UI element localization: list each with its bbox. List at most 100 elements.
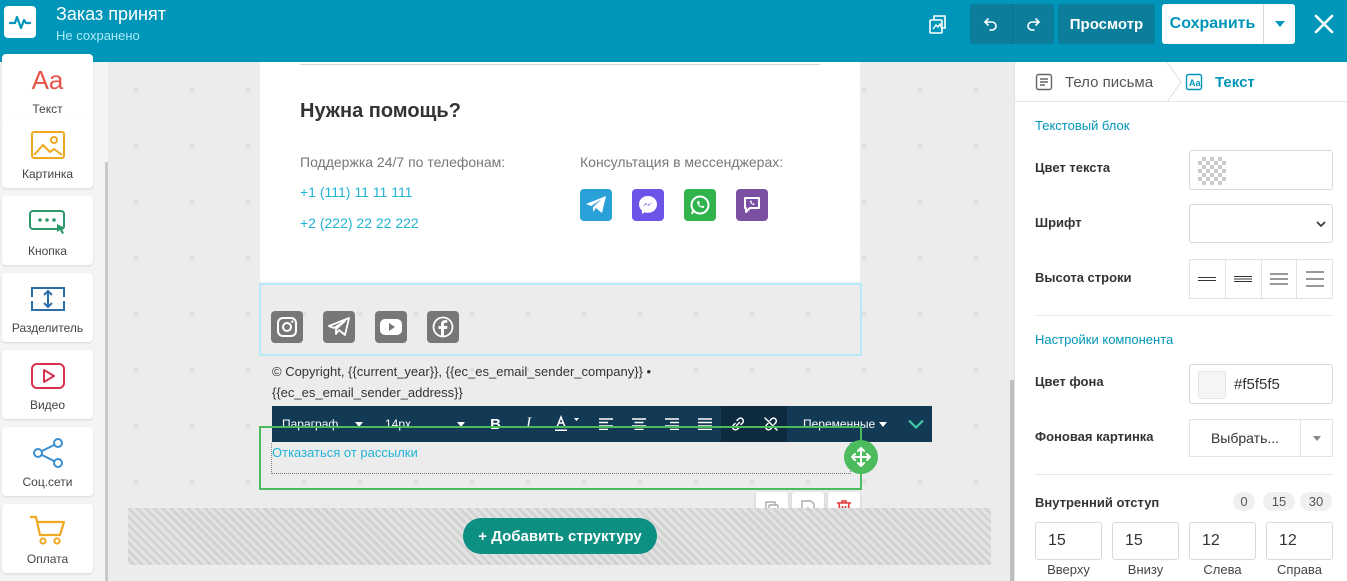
sidebar-item-label: Видео [29,398,66,412]
text-aa-icon: Aa [31,64,64,95]
toolbar-collapse-button[interactable] [899,406,932,442]
padding-preset-30[interactable]: 30 [1300,492,1332,511]
line-height-option-2[interactable] [1226,260,1262,298]
top-bar: Заказ принят Не сохранено Просмотр Сохра… [0,0,1347,62]
sidebar-item-divider[interactable]: Разделитель [2,273,93,342]
youtube-icon[interactable] [375,311,407,343]
line-height-option-4[interactable] [1297,260,1332,298]
padding-right-label: Справа [1277,562,1322,577]
padding-right-input[interactable]: 12 [1266,522,1333,560]
instagram-icon[interactable] [271,311,303,343]
font-label: Шрифт [1035,215,1082,230]
facebook-icon[interactable] [427,311,459,343]
bg-image-chooser: Выбрать... [1189,419,1333,457]
crumb-text[interactable]: Aa Текст [1185,62,1255,102]
document-icon [1035,73,1053,91]
sidebar-item-text[interactable]: Aa Текст [2,54,93,123]
messenger-icon[interactable] [632,189,664,221]
settings-panel: Тело письма Aa Текст Текстовый блок Цвет… [1014,62,1347,581]
chevron-down-icon [907,419,924,429]
padding-top-input[interactable]: 15 [1035,522,1102,560]
video-icon [2,360,93,392]
padding-bottom-label: Внизу [1127,562,1164,577]
sidebar-item-payment[interactable]: Оплата [2,504,93,573]
pulse-icon [8,15,32,30]
sidebar-item-button[interactable]: Кнопка [2,196,93,265]
section-text-block: Текстовый блок [1035,118,1130,133]
crumb-text-label: Текст [1215,73,1255,91]
line-height-loose-icon [1305,271,1324,287]
padding-preset-0[interactable]: 0 [1233,492,1255,511]
support-label: Поддержка 24/7 по телефонам: [300,154,506,170]
phone-link-2[interactable]: +2 (222) 22 22 222 [300,215,419,231]
svg-text:Aa: Aa [1189,78,1201,88]
section-component: Настройки компонента [1035,332,1174,347]
bg-image-label: Фоновая картинка [1035,429,1154,444]
bg-color-swatch [1198,371,1226,399]
sidebar-item-label: Кнопка [28,244,67,258]
line-height-option-3[interactable] [1262,260,1298,298]
close-button[interactable] [1308,6,1340,42]
add-structure-button[interactable]: + Добавить структуру [463,518,657,554]
caret-down-icon [1312,435,1321,441]
sidebar-item-label: Оплата [26,552,69,566]
divider-icon [2,283,93,315]
app-logo[interactable] [4,6,36,38]
whatsapp-icon[interactable] [684,189,716,221]
move-handle[interactable] [844,440,878,474]
line-height-normal-icon [1234,276,1253,282]
chevron-down-icon [1316,221,1326,227]
padding-bottom-input[interactable]: 15 [1112,522,1179,560]
line-height-option-1[interactable] [1190,260,1226,298]
sidebar-item-social[interactable]: Соц.сети [2,427,93,496]
sidebar-item-label: Разделитель [11,321,84,335]
text-color-label: Цвет текста [1035,160,1111,175]
undo-button[interactable] [970,4,1013,44]
sidebar-item-label: Картинка [21,167,74,181]
sidebar-item-video[interactable]: Видео [2,350,93,419]
unsubscribe-link[interactable]: Отказаться от рассылки [272,445,418,460]
messengers-label: Консультация в мессенджерах: [580,154,784,170]
line-height-relaxed-icon [1269,273,1288,285]
telegram-social-icon[interactable] [323,311,355,343]
padding-preset-15[interactable]: 15 [1263,492,1295,511]
panel-divider [1035,474,1333,475]
redo-button[interactable] [1013,4,1055,44]
padding-label: Внутренний отступ [1035,495,1160,510]
line-height-group [1189,259,1333,299]
preview-button[interactable]: Просмотр [1058,4,1155,44]
save-options-button[interactable] [1264,4,1295,44]
padding-top-label: Вверху [1047,562,1090,577]
bg-color-picker[interactable]: #f5f5f5 [1189,364,1333,404]
line-height-tight-icon [1198,277,1217,281]
copyright-text: © Copyright, {{current_year}}, {{ec_es_e… [272,364,652,400]
caret-down-icon [879,421,887,427]
save-status: Не сохранено [56,28,140,43]
undo-icon [983,18,997,31]
crumb-email-body[interactable]: Тело письма [1035,62,1153,102]
text-block-icon: Aa [1185,73,1203,91]
versions-button[interactable] [924,4,954,44]
crumb-body-label: Тело письма [1065,73,1154,91]
bg-color-value: #f5f5f5 [1234,376,1280,393]
font-select[interactable] [1189,204,1333,243]
viber-icon[interactable] [736,189,768,221]
text-color-picker[interactable] [1189,150,1333,190]
bg-color-label: Цвет фона [1035,374,1104,389]
text-color-swatch [1198,157,1226,185]
versions-icon [929,15,946,34]
share-icon [2,437,93,469]
padding-left-input[interactable]: 12 [1189,522,1256,560]
help-title: Нужна помощь? [300,100,461,122]
cart-icon [2,514,93,546]
phone-link-1[interactable]: +1 (111) 11 11 111 [300,184,412,200]
sidebar-item-image[interactable]: Картинка [2,119,93,188]
sidebar-item-label: Соц.сети [22,475,73,489]
telegram-icon[interactable] [580,189,612,221]
help-block[interactable] [260,62,860,282]
button-icon [2,206,93,238]
choose-image-button[interactable]: Выбрать... [1190,420,1301,456]
choose-image-options-button[interactable] [1301,420,1332,456]
save-button[interactable]: Сохранить [1162,4,1264,44]
blocks-sidebar: Aa Текст Картинка Кнопка Разделитель Вид… [0,54,108,581]
